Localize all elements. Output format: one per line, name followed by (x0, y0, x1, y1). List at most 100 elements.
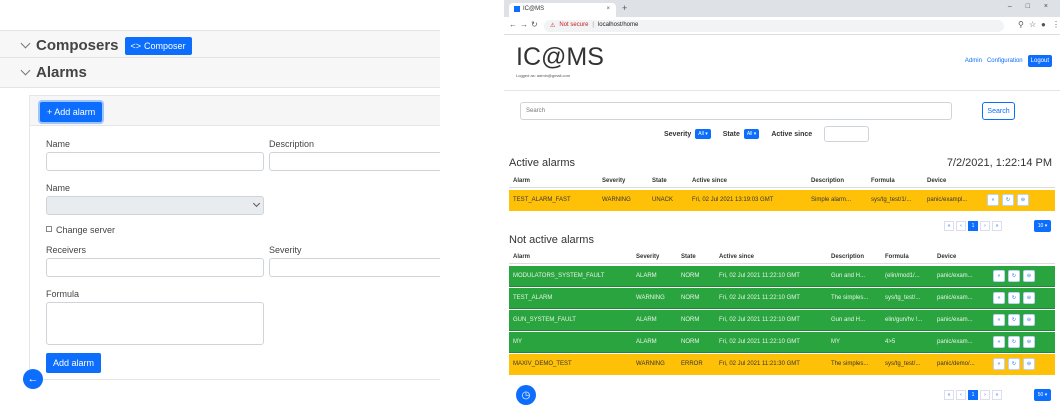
nav-admin[interactable]: Admin (965, 58, 982, 64)
reload-icon[interactable]: ↻ (1008, 270, 1020, 282)
history-icon[interactable]: « (993, 270, 1005, 282)
new-tab-icon[interactable]: + (622, 3, 627, 13)
alarm-description: Simple alarm... (811, 197, 852, 203)
chevron-down-icon (20, 38, 31, 49)
col-alarm: Alarm (513, 254, 531, 260)
star-icon[interactable]: ☆ (1029, 20, 1036, 29)
reload-icon[interactable]: ↻ (1002, 194, 1014, 206)
search-input[interactable]: Search (520, 102, 952, 120)
reload-icon[interactable]: ↻ (1008, 336, 1020, 348)
receivers-input[interactable] (46, 258, 264, 277)
reload-icon[interactable]: ↻ (531, 20, 538, 29)
name-input[interactable] (46, 152, 264, 171)
change-server-checkbox[interactable] (46, 226, 52, 232)
alarm-severity: WARNING (602, 197, 631, 203)
table-row[interactable]: TEST_ALARM WARNING NORM Fri, 02 Jul 2021 11… (509, 288, 1055, 309)
disable-icon[interactable]: ⊖ (1023, 314, 1035, 326)
alarm-state: NORM (681, 317, 700, 323)
page-last[interactable]: » (992, 390, 1002, 400)
page-first[interactable]: « (944, 221, 954, 231)
filter-bar: Severity All ▾ State All ▾ Active since (664, 126, 870, 142)
per-page-dropdown[interactable]: 50 ▾ (1034, 389, 1051, 401)
severity-input[interactable] (269, 258, 440, 277)
form-header: + Add alarm (30, 96, 440, 126)
profile-icon[interactable]: ● (1041, 20, 1046, 29)
page-current[interactable]: 1 (968, 221, 978, 231)
col-description: Description (831, 254, 865, 260)
row-actions: « ↻ ⊖ (987, 194, 1029, 206)
state-filter-dropdown[interactable]: All ▾ (743, 129, 760, 139)
page-next[interactable]: › (980, 390, 990, 400)
severity-filter-dropdown[interactable]: All ▾ (695, 129, 711, 139)
alarm-device: panic/exampl... (927, 197, 968, 203)
page-prev[interactable]: ‹ (956, 390, 966, 400)
add-alarm-button[interactable]: Add alarm (46, 353, 102, 373)
alarm-since: Fri, 02 Jul 2021 11:21:30 GMT (719, 361, 800, 367)
table-row[interactable]: MY ALARM NORM Fri, 02 Jul 2021 11:22:10 GMT… (509, 332, 1055, 353)
tab-title: IC@MS (523, 6, 545, 12)
col-severity: Severity (602, 178, 626, 184)
table-row[interactable]: GUN_SYSTEM_FAULT ALARM NORM Fri, 02 Jul 202… (509, 310, 1055, 331)
zoom-icon[interactable]: ⚲ (1018, 20, 1024, 29)
page-prev[interactable]: ‹ (956, 221, 966, 231)
alarms-section-header[interactable]: Alarms (0, 57, 440, 88)
history-icon[interactable]: « (987, 194, 999, 206)
alarm-state: UNACK (652, 197, 674, 203)
disable-icon[interactable]: ⊖ (1023, 292, 1035, 304)
change-server-label: Change server (56, 225, 116, 235)
col-active-since: Active since (719, 254, 755, 260)
clock-icon[interactable]: ◷ (516, 385, 536, 405)
forward-icon[interactable]: → (520, 20, 528, 29)
col-formula: Formula (885, 254, 909, 260)
close-icon[interactable]: × (606, 6, 610, 12)
back-arrow-icon[interactable]: ← (23, 369, 43, 389)
page-last[interactable]: » (992, 221, 1002, 231)
composer-button[interactable]: <> Composer (124, 36, 192, 55)
reload-icon[interactable]: ↻ (1008, 314, 1020, 326)
alarm-severity: ALARM (636, 273, 657, 279)
logout-button[interactable]: Logout (1027, 55, 1052, 67)
formula-textarea[interactable] (46, 302, 264, 345)
back-icon[interactable]: ← (509, 20, 517, 29)
row-actions: «↻ ⊖ (993, 358, 1035, 370)
page-current[interactable]: 1 (968, 390, 978, 400)
menu-icon[interactable]: ⋮ (1052, 20, 1060, 29)
browser-tab[interactable]: IC@MS × (509, 3, 616, 17)
history-icon[interactable]: « (993, 336, 1005, 348)
nav-configuration[interactable]: Configuration (987, 58, 1023, 64)
reload-icon[interactable]: ↻ (1008, 292, 1020, 304)
history-icon[interactable]: « (993, 314, 1005, 326)
active-since-input[interactable] (824, 126, 870, 142)
table-row[interactable]: TEST_ALARM_FAST WARNING UNACK Fri, 02 Ju… (509, 190, 1055, 211)
window-controls[interactable]: – □ × (1008, 3, 1054, 10)
disable-icon[interactable]: ⊖ (1023, 270, 1035, 282)
reload-icon[interactable]: ↻ (1008, 358, 1020, 370)
alarm-state: NORM (681, 339, 700, 345)
alarm-formula: 4>5 (885, 339, 896, 345)
alarm-since: Fri, 02 Jul 2021 11:22:10 GMT (719, 317, 800, 323)
name-select[interactable] (46, 196, 264, 215)
description-input[interactable] (269, 152, 440, 171)
alarm-description: The simples... (831, 361, 869, 367)
add-alarm-toggle-button[interactable]: + Add alarm (40, 102, 103, 122)
page-next[interactable]: › (980, 221, 990, 231)
history-icon[interactable]: « (993, 292, 1005, 304)
composers-title: Composers (36, 37, 119, 54)
table-row[interactable]: MAXIV_DEMO_TEST WARNING ERROR Fri, 02 Jul 2… (509, 354, 1055, 375)
per-page-dropdown[interactable]: 10 ▾ (1034, 220, 1051, 232)
alarm-severity: ALARM (636, 339, 657, 345)
favicon-icon (514, 6, 520, 12)
disable-icon[interactable]: ⊖ (1017, 194, 1029, 206)
disable-icon[interactable]: ⊖ (1023, 358, 1035, 370)
history-icon[interactable]: « (993, 358, 1005, 370)
alarm-formula: sys/tg_test/1/... (871, 197, 912, 203)
disable-icon[interactable]: ⊖ (1023, 336, 1035, 348)
table-row[interactable]: MODULATORS_SYSTEM_FAULT ALARM NORM Fri, 02 … (509, 266, 1055, 287)
alarm-name: TEST_ALARM_FAST (513, 197, 571, 203)
alarm-device: panic/exam... (937, 339, 973, 345)
search-button[interactable]: Search (982, 102, 1015, 120)
page-first[interactable]: « (944, 390, 954, 400)
url-field[interactable]: ⚠ Not secure | localhost/home (544, 20, 1004, 32)
col-state: State (681, 254, 696, 260)
browser-window: IC@MS × + – □ × ← → ↻ ⚠ Not secure | loc… (504, 0, 1060, 407)
